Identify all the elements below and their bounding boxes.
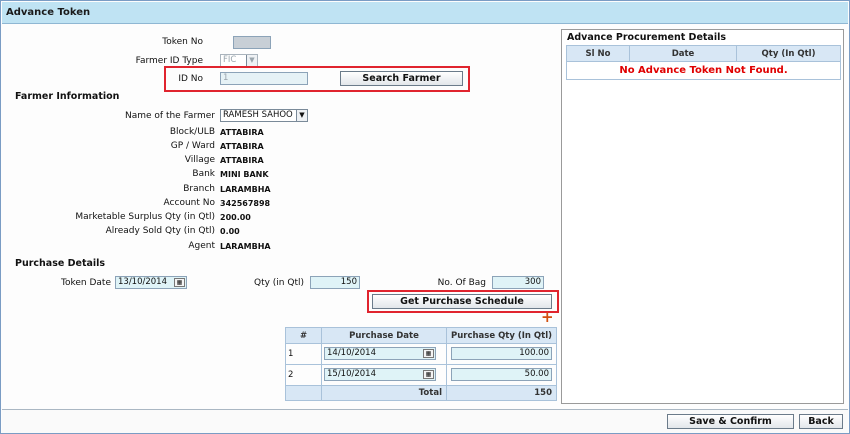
purchase-date-field[interactable]: 14/10/2014 ▦ bbox=[324, 347, 436, 360]
chevron-down-icon: ▼ bbox=[246, 55, 257, 66]
gp-ward-value: ATTABIRA bbox=[220, 142, 264, 151]
back-button[interactable]: Back bbox=[799, 414, 843, 429]
purchase-details-heading: Purchase Details bbox=[15, 258, 106, 269]
procurement-table: Sl No Date Qty (In Qtl) No Advance Token… bbox=[566, 45, 841, 80]
village-label: Village bbox=[184, 155, 215, 165]
branch-value: LARAMBHA bbox=[220, 185, 271, 194]
qty-label: Qty (in Qtl) bbox=[253, 278, 304, 288]
marketable-surplus-label: Marketable Surplus Qty (in Qtl) bbox=[75, 212, 215, 222]
col-header-purchase-date: Purchase Date bbox=[321, 327, 447, 344]
block-value: ATTABIRA bbox=[220, 128, 264, 137]
table-row: 1 14/10/2014 ▦ 100.00 bbox=[285, 343, 557, 365]
block-label: Block/ULB bbox=[169, 127, 215, 137]
purchase-qty-field[interactable]: 50.00 bbox=[451, 368, 552, 381]
farmer-id-type-value: FIC bbox=[223, 55, 237, 65]
farmer-id-type-label: Farmer ID Type bbox=[135, 56, 203, 66]
bank-value: MINI BANK bbox=[220, 170, 269, 179]
col-header-date: Date bbox=[629, 45, 737, 62]
row-number: 2 bbox=[285, 364, 322, 386]
already-sold-value: 0.00 bbox=[220, 227, 240, 236]
token-no-field[interactable] bbox=[233, 36, 271, 49]
bags-field[interactable]: 300 bbox=[492, 276, 544, 289]
table-row: 2 15/10/2014 ▦ 50.00 bbox=[285, 364, 557, 386]
calendar-icon[interactable]: ▦ bbox=[423, 349, 434, 358]
purchase-date-cell: 14/10/2014 ▦ bbox=[321, 343, 447, 365]
branch-label: Branch bbox=[183, 184, 215, 194]
purchase-qty-cell: 100.00 bbox=[446, 343, 557, 365]
purchase-date-cell: 15/10/2014 ▦ bbox=[321, 364, 447, 386]
token-date-field[interactable]: 13/10/2014 ▦ bbox=[115, 276, 187, 289]
purchase-schedule-table: # Purchase Date Purchase Qty (In Qtl) 1 … bbox=[285, 327, 557, 401]
col-header-sl-no: Sl No bbox=[566, 45, 630, 62]
total-label: Total bbox=[321, 385, 447, 401]
farmer-name-label: Name of the Farmer bbox=[125, 111, 215, 121]
account-no-label: Account No bbox=[163, 198, 215, 208]
bank-label: Bank bbox=[192, 169, 215, 179]
row-number: 1 bbox=[285, 343, 322, 365]
window-title: Advance Token bbox=[2, 2, 848, 24]
advance-token-window: Advance Token Token No Farmer ID Type FI… bbox=[0, 0, 850, 434]
table-total-row: Total 150 bbox=[285, 385, 557, 401]
calendar-icon[interactable]: ▦ bbox=[423, 370, 434, 379]
purchase-date-value: 15/10/2014 bbox=[327, 369, 376, 379]
token-date-value: 13/10/2014 bbox=[118, 277, 167, 287]
farmer-name-value: RAMESH SAHOO bbox=[223, 110, 293, 120]
bags-label: No. Of Bag bbox=[437, 278, 486, 288]
col-header-qty: Qty (In Qtl) bbox=[736, 45, 841, 62]
advance-procurement-panel: Advance Procurement Details Sl No Date Q… bbox=[561, 29, 844, 404]
qty-field[interactable]: 150 bbox=[310, 276, 360, 289]
total-value: 150 bbox=[446, 385, 557, 401]
gp-ward-label: GP / Ward bbox=[170, 141, 215, 151]
col-header-no: # bbox=[285, 327, 322, 344]
empty-message: No Advance Token Not Found. bbox=[566, 61, 841, 80]
col-header-purchase-qty: Purchase Qty (In Qtl) bbox=[446, 327, 557, 344]
purchase-date-value: 14/10/2014 bbox=[327, 348, 376, 358]
procurement-panel-title: Advance Procurement Details bbox=[567, 32, 726, 43]
search-farmer-button[interactable]: Search Farmer bbox=[340, 71, 463, 86]
agent-value: LARAMBHA bbox=[220, 242, 271, 251]
id-no-label: ID No bbox=[178, 74, 203, 84]
account-no-value: 342567898 bbox=[220, 199, 271, 208]
purchase-qty-cell: 50.00 bbox=[446, 364, 557, 386]
save-confirm-button[interactable]: Save & Confirm bbox=[667, 414, 794, 429]
farmer-info-heading: Farmer Information bbox=[15, 91, 120, 102]
village-value: ATTABIRA bbox=[220, 156, 264, 165]
chevron-down-icon: ▼ bbox=[296, 110, 307, 121]
get-purchase-schedule-button[interactable]: Get Purchase Schedule bbox=[372, 294, 552, 309]
token-date-label: Token Date bbox=[61, 278, 111, 288]
plus-icon[interactable]: + bbox=[541, 310, 554, 325]
marketable-surplus-value: 200.00 bbox=[220, 213, 251, 222]
calendar-icon[interactable]: ▦ bbox=[174, 278, 185, 287]
token-no-label: Token No bbox=[162, 37, 203, 47]
total-empty-cell bbox=[285, 385, 322, 401]
farmer-name-select[interactable]: RAMESH SAHOO ▼ bbox=[220, 109, 308, 122]
agent-label: Agent bbox=[188, 241, 215, 251]
already-sold-label: Already Sold Qty (in Qtl) bbox=[105, 226, 215, 236]
id-no-field[interactable]: 1 bbox=[220, 72, 308, 85]
purchase-date-field[interactable]: 15/10/2014 ▦ bbox=[324, 368, 436, 381]
purchase-qty-field[interactable]: 100.00 bbox=[451, 347, 552, 360]
